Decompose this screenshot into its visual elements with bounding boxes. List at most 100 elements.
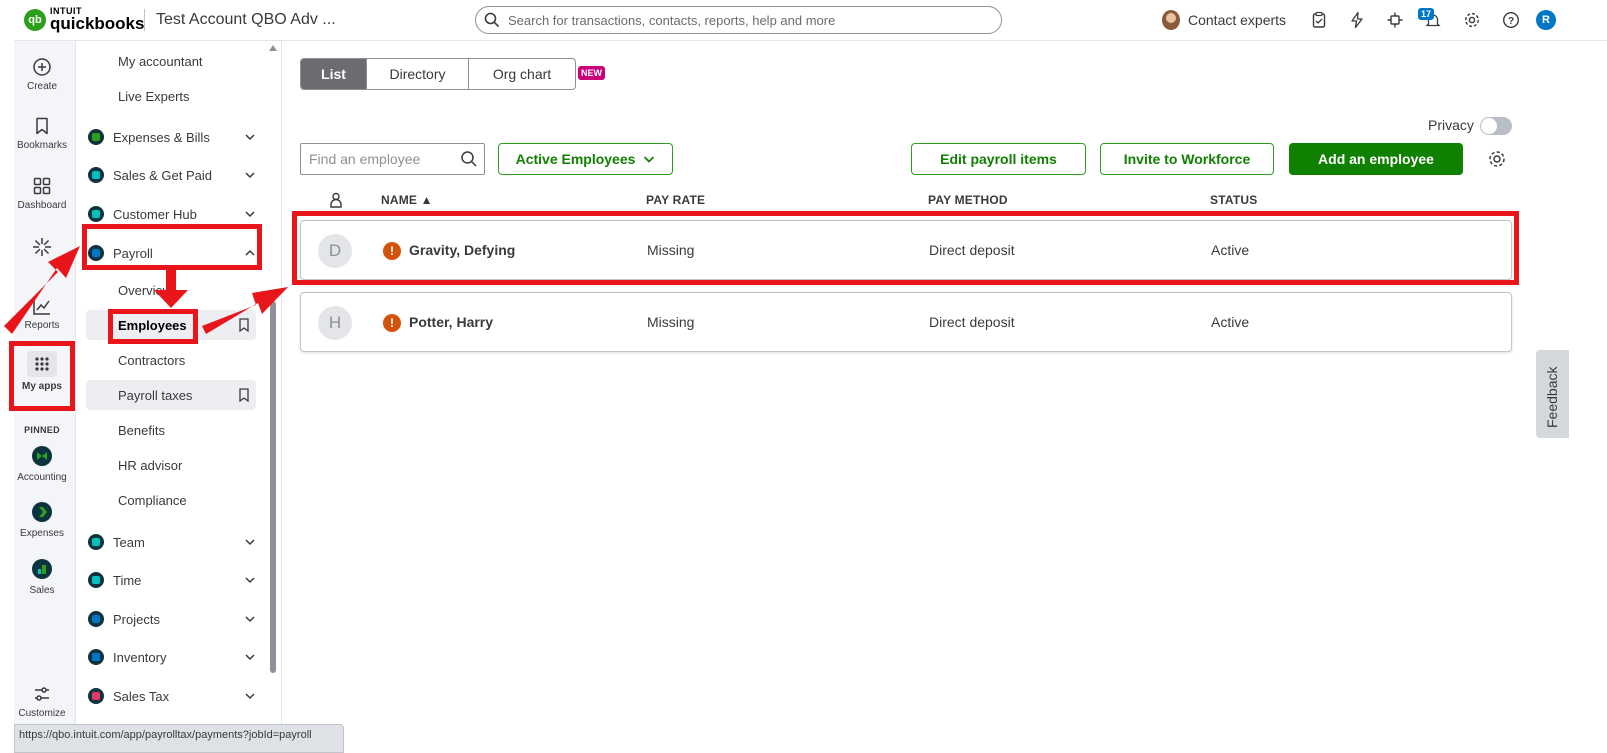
feedback-label: Feedback <box>1544 366 1560 428</box>
scroll-up-arrow[interactable] <box>269 45 277 51</box>
contact-experts-button[interactable]: Contact experts <box>1162 10 1286 30</box>
annotation-box-my-apps <box>9 341 75 411</box>
gear-icon[interactable] <box>1463 11 1481 29</box>
menu-inventory[interactable]: Inventory <box>88 642 256 672</box>
column-header-pay-method[interactable]: PAY METHOD <box>928 193 1008 207</box>
menu-expenses-bills[interactable]: Expenses & Bills <box>88 122 256 152</box>
tab-directory[interactable]: Directory <box>367 59 469 89</box>
invite-to-workforce-button[interactable]: Invite to Workforce <box>1100 143 1274 175</box>
notification-count-badge: 17 <box>1418 8 1435 20</box>
rail-create-label: Create <box>26 81 57 92</box>
sales-tax-icon <box>88 688 104 704</box>
filter-label: Active Employees <box>515 151 636 167</box>
menu-team[interactable]: Team <box>88 527 256 557</box>
employee-status-filter[interactable]: Active Employees <box>498 143 673 175</box>
company-name[interactable]: Test Account QBO Adv ... <box>156 11 336 29</box>
privacy-toggle[interactable] <box>1480 117 1512 135</box>
menu-scrollbar[interactable] <box>270 301 276 673</box>
rail-customize[interactable]: Customize <box>14 684 70 719</box>
menu-sales-tax[interactable]: Sales Tax <box>88 681 256 711</box>
rail-reports[interactable]: Reports <box>14 296 70 331</box>
menu-customer-hub-label: Customer Hub <box>113 206 197 222</box>
menu-live-experts[interactable]: Live Experts <box>86 81 256 111</box>
bookmark-icon[interactable] <box>238 388 250 402</box>
chevron-down-icon <box>245 539 255 546</box>
menu-payroll-taxes[interactable]: Payroll taxes <box>86 380 256 410</box>
lightning-icon[interactable] <box>1348 11 1366 29</box>
bookmark-icon[interactable] <box>238 318 250 332</box>
menu-time[interactable]: Time <box>88 565 256 595</box>
privacy-label: Privacy <box>1428 117 1474 133</box>
expenses-icon <box>32 502 52 522</box>
global-search-input[interactable]: Search for transactions, contacts, repor… <box>475 6 1002 34</box>
expert-avatar <box>1162 10 1180 30</box>
column-header-name[interactable]: NAME ▲ <box>381 193 433 207</box>
column-header-pay-rate[interactable]: PAY RATE <box>646 193 705 207</box>
sliders-icon <box>35 687 49 701</box>
browser-status-url: https://qbo.intuit.com/app/payrolltax/pa… <box>14 724 344 753</box>
new-badge: NEW <box>578 66 605 80</box>
rail-customize-label: Customize <box>18 708 66 719</box>
bookmark-icon <box>36 117 48 135</box>
menu-payroll-compliance[interactable]: Compliance <box>86 485 256 515</box>
inventory-icon <box>88 649 104 665</box>
warning-icon: ! <box>383 314 401 332</box>
rail-accounting[interactable]: Accounting <box>14 446 70 483</box>
chevron-down-icon <box>644 156 655 163</box>
find-employee-input[interactable]: Find an employee <box>300 143 485 175</box>
chevron-down-icon <box>245 172 255 179</box>
rail-expenses-label: Expenses <box>20 528 64 539</box>
chart-line-icon <box>33 298 50 315</box>
menu-inventory-label: Inventory <box>113 649 167 665</box>
chevron-down-icon <box>245 693 255 700</box>
tab-org-chart[interactable]: Org chart <box>469 59 575 89</box>
quickbooks-logo[interactable]: qb INTUIT quickbooks <box>24 7 144 32</box>
table-settings-gear-icon[interactable] <box>1487 149 1507 169</box>
person-column-icon <box>330 192 342 208</box>
employee-avatar: H <box>318 306 352 340</box>
plus-circle-icon <box>33 58 51 76</box>
employee-row[interactable]: H ! Potter, Harry Missing Direct deposit… <box>300 292 1512 352</box>
menu-payroll-contractors[interactable]: Contractors <box>86 345 256 375</box>
header-divider <box>144 9 145 31</box>
employee-pay-method: Direct deposit <box>929 314 1015 330</box>
edit-payroll-items-button[interactable]: Edit payroll items <box>911 143 1086 175</box>
rail-sales-label: Sales <box>29 585 55 596</box>
sales-icon <box>32 559 52 579</box>
pinned-heading: PINNED <box>24 425 60 435</box>
rail-create[interactable]: Create <box>14 57 70 92</box>
menu-sales-get-paid[interactable]: Sales & Get Paid <box>88 160 256 190</box>
menu-my-accountant[interactable]: My accountant <box>86 46 256 76</box>
clipboard-icon[interactable] <box>1310 11 1328 29</box>
rail-bookmarks-label: Bookmarks <box>16 140 67 151</box>
main-content: List Directory Org chart NEW Privacy Fin… <box>282 41 1607 753</box>
apps-connect-icon[interactable] <box>1386 11 1404 29</box>
search-icon <box>461 151 477 167</box>
rail-reports-label: Reports <box>24 320 60 331</box>
menu-team-label: Team <box>113 534 145 550</box>
menu-payroll-benefits[interactable]: Benefits <box>86 415 256 445</box>
rail-dashboard-label: Dashboard <box>17 200 67 211</box>
menu-payroll-overview[interactable]: Overview <box>86 275 256 305</box>
menu-payroll-hr-advisor[interactable]: HR advisor <box>86 450 256 480</box>
search-placeholder: Search for transactions, contacts, repor… <box>508 12 836 28</box>
help-icon[interactable]: ? <box>1502 11 1520 29</box>
rail-bookmarks[interactable]: Bookmarks <box>14 116 70 151</box>
feedback-tab[interactable]: Feedback <box>1536 350 1569 438</box>
sales-get-paid-icon <box>88 167 104 183</box>
tab-list[interactable]: List <box>301 59 367 89</box>
search-icon <box>484 12 500 28</box>
rail-expenses[interactable]: Expenses <box>14 502 70 539</box>
rail-sales[interactable]: Sales <box>14 559 70 596</box>
view-tabs: List Directory Org chart <box>300 58 576 90</box>
employee-name[interactable]: Potter, Harry <box>409 314 493 330</box>
column-header-status[interactable]: STATUS <box>1210 193 1257 207</box>
menu-projects[interactable]: Projects <box>88 604 256 634</box>
rail-dashboard[interactable]: Dashboard <box>14 176 70 211</box>
app-menu: My accountant Live Experts Expenses & Bi… <box>76 41 282 753</box>
rail-intuit-assist[interactable] <box>14 237 70 261</box>
customer-hub-icon <box>88 206 104 222</box>
user-avatar[interactable]: R <box>1536 10 1556 30</box>
find-employee-placeholder: Find an employee <box>309 151 421 167</box>
add-employee-button[interactable]: Add an employee <box>1289 143 1463 175</box>
